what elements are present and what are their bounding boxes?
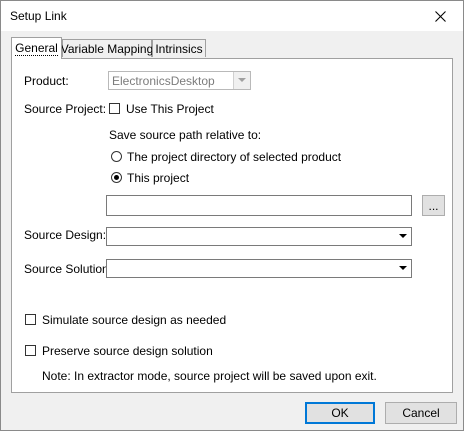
simulate-checkbox[interactable] (25, 314, 36, 325)
cancel-button[interactable]: Cancel (385, 402, 457, 424)
use-this-project-checkbox[interactable] (109, 103, 120, 114)
preserve-checkbox[interactable] (25, 345, 36, 356)
radio-this-project-label: This project (127, 171, 190, 185)
product-label: Product: (24, 74, 69, 88)
preserve-label: Preserve source design solution (42, 344, 213, 358)
use-this-project-label: Use This Project (126, 102, 214, 116)
source-solution-combo[interactable] (106, 259, 412, 278)
tab-variable-mapping-label: Variable Mapping (60, 41, 154, 56)
chevron-down-icon (395, 260, 411, 277)
setup-link-dialog: Setup Link General Variable Mapping Intr… (0, 0, 464, 431)
save-path-label: Save source path relative to: (109, 128, 262, 142)
source-path-input[interactable] (106, 195, 412, 216)
simulate-label: Simulate source design as needed (42, 313, 227, 327)
product-combo: ElectronicsDesktop (108, 71, 251, 90)
browse-button-label: ... (428, 198, 439, 213)
general-tab-panel: Product: ElectronicsDesktop Source Proje… (11, 58, 453, 393)
source-solution-label: Source Solution: (24, 262, 113, 276)
chevron-down-icon (233, 72, 250, 89)
extractor-note: Note: In extractor mode, source project … (42, 369, 377, 383)
chevron-down-icon (395, 228, 411, 245)
cancel-button-label: Cancel (402, 406, 440, 420)
source-design-combo[interactable] (106, 227, 412, 246)
tab-general[interactable]: General (11, 37, 62, 59)
tab-intrinsics[interactable]: Intrinsics (152, 39, 206, 57)
source-design-label: Source Design: (24, 228, 107, 242)
ok-button[interactable]: OK (305, 402, 375, 424)
product-value: ElectronicsDesktop (112, 74, 215, 88)
tab-intrinsics-label: Intrinsics (155, 41, 203, 56)
source-project-label: Source Project: (24, 102, 107, 116)
close-button[interactable] (417, 1, 463, 31)
ok-button-label: OK (331, 406, 349, 420)
browse-button[interactable]: ... (422, 195, 445, 216)
tab-variable-mapping[interactable]: Variable Mapping (60, 39, 154, 57)
tab-general-label: General (15, 41, 58, 56)
radio-project-directory[interactable] (111, 151, 122, 162)
close-icon (434, 10, 446, 22)
radio-this-project[interactable] (111, 172, 122, 183)
radio-project-directory-label: The project directory of selected produc… (127, 150, 342, 164)
window-title: Setup Link (10, 9, 67, 23)
title-bar: Setup Link (1, 1, 463, 31)
